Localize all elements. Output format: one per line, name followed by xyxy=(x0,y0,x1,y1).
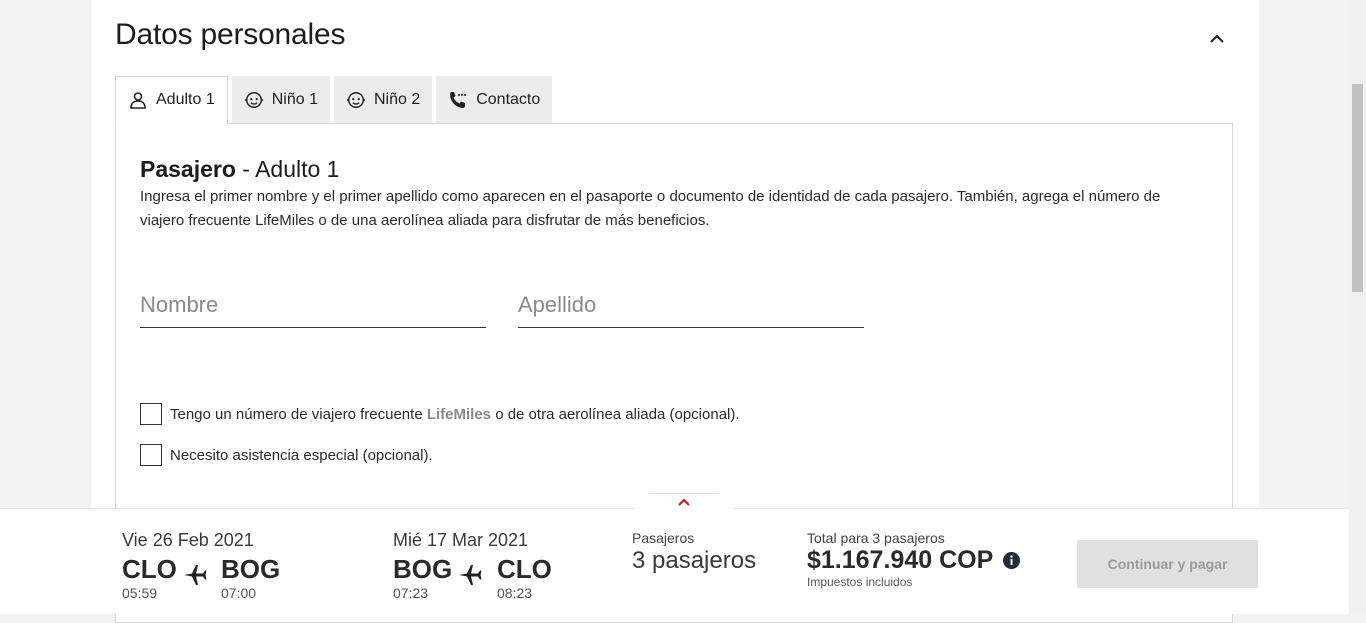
passengers-label: Pasajeros xyxy=(632,530,695,546)
return-origin: BOG xyxy=(393,554,453,584)
total-summary: Total para 3 pasajeros $1.167.940 COP Im… xyxy=(807,530,993,589)
section-title: Datos personales xyxy=(115,18,346,51)
return-arrival-time: 08:23 xyxy=(497,585,533,601)
first-name-input[interactable] xyxy=(140,282,486,328)
tab-contact[interactable]: Contacto xyxy=(436,76,553,123)
frequent-flyer-option: Tengo un número de viajero frecuente Lif… xyxy=(140,403,740,425)
special-assistance-checkbox[interactable] xyxy=(140,444,162,466)
tab-child-2[interactable]: Niño 2 xyxy=(333,76,433,123)
tab-label: Niño 2 xyxy=(373,90,421,108)
tab-adult-1[interactable]: Adulto 1 xyxy=(115,76,228,124)
phone-icon xyxy=(448,90,468,110)
plane-icon xyxy=(458,564,482,591)
booking-summary-bar: Vie 26 Feb 2021 CLO 05:59 BOG 07:00 Mié … xyxy=(0,493,1349,614)
tab-label: Niño 1 xyxy=(271,90,318,108)
total-price: $1.167.940 COP xyxy=(807,546,994,574)
tab-label: Adulto 1 xyxy=(156,91,215,108)
special-assistance-option: Necesito asistencia especial (opcional). xyxy=(140,444,433,466)
return-departure-time: 07:23 xyxy=(393,585,429,601)
last-name-input[interactable] xyxy=(518,282,864,328)
special-assistance-label: Necesito asistencia especial (opcional). xyxy=(170,446,433,464)
chevron-up-icon xyxy=(1210,30,1224,48)
tab-child-1[interactable]: Niño 1 xyxy=(231,76,330,123)
page-scrollbar[interactable] xyxy=(1349,0,1366,613)
user-icon xyxy=(128,90,148,110)
passenger-description: Ingresa el primer nombre y el primer ape… xyxy=(140,188,1161,229)
total-label: Total para 3 pasajeros xyxy=(807,530,945,546)
return-flight: Mié 17 Mar 2021 BOG 07:23 CLO 08:23 xyxy=(393,530,552,601)
child-face-icon xyxy=(346,90,366,110)
plane-icon xyxy=(183,564,207,591)
frequent-flyer-label: Tengo un número de viajero frecuente Lif… xyxy=(170,405,740,423)
outbound-origin: CLO xyxy=(122,554,177,584)
return-date: Mié 17 Mar 2021 xyxy=(393,530,529,550)
taxes-note: Impuestos incluidos xyxy=(807,575,913,589)
chevron-up-icon xyxy=(678,493,690,510)
passenger-title: Pasajero - Adulto 1 xyxy=(140,156,340,182)
outbound-destination: BOG xyxy=(221,554,281,584)
return-destination: CLO xyxy=(497,554,552,584)
outbound-date: Vie 26 Feb 2021 xyxy=(122,530,254,550)
tab-label: Contacto xyxy=(476,90,541,108)
outbound-departure-time: 05:59 xyxy=(122,585,158,601)
info-icon[interactable] xyxy=(1003,552,1020,569)
continue-and-pay-button[interactable]: Continuar y pagar xyxy=(1077,540,1258,588)
frequent-flyer-checkbox[interactable] xyxy=(140,403,162,425)
expand-summary-button[interactable] xyxy=(633,493,735,510)
lifemiles-link[interactable]: LifeMiles xyxy=(427,406,491,423)
collapse-button[interactable] xyxy=(1205,27,1229,51)
outbound-flight: Vie 26 Feb 2021 CLO 05:59 BOG 07:00 xyxy=(122,530,280,601)
passenger-tabs: Adulto 1 Niño 1 Niño 2 Contacto xyxy=(115,76,556,124)
scrollbar-thumb[interactable] xyxy=(1352,84,1363,292)
passengers-summary: Pasajeros 3 pasajeros xyxy=(632,530,756,575)
child-face-icon xyxy=(244,90,264,110)
outbound-arrival-time: 07:00 xyxy=(221,585,257,601)
passengers-count: 3 pasajeros xyxy=(632,547,757,574)
